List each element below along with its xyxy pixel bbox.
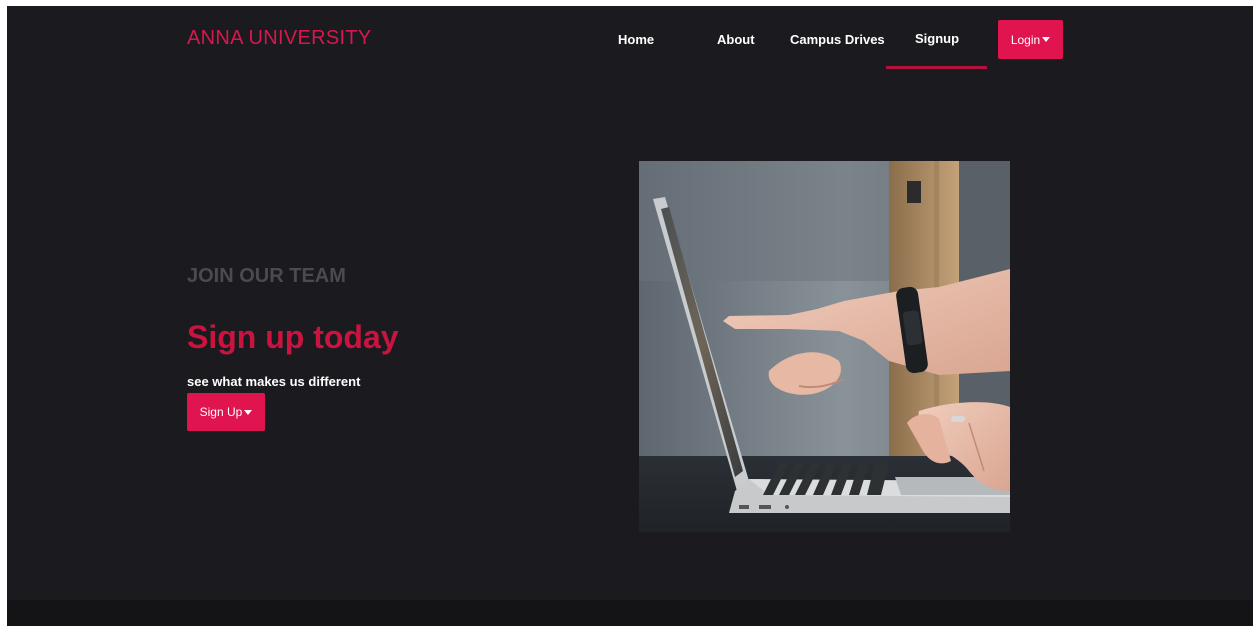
hero-headline: Sign up today xyxy=(187,319,399,355)
login-dropdown-button[interactable]: Login xyxy=(998,20,1063,59)
brand-logo-text[interactable]: ANNA UNIVERSITY xyxy=(187,27,372,50)
nav-active-underline xyxy=(886,66,987,69)
hero-subtext: see what makes us different xyxy=(187,374,361,389)
signup-button-label: Sign Up xyxy=(199,405,243,419)
nav-link-about[interactable]: About xyxy=(717,32,755,47)
hero-eyebrow: JOIN OUR TEAM xyxy=(187,265,346,287)
caret-down-icon xyxy=(244,409,253,415)
caret-down-icon xyxy=(1042,37,1051,42)
footer-band xyxy=(7,600,1253,626)
nav-link-home[interactable]: Home xyxy=(618,32,654,47)
hero-laptop-photo xyxy=(639,161,1010,532)
signup-dropdown-button[interactable]: Sign Up xyxy=(187,393,265,431)
login-button-label: Login xyxy=(1010,32,1041,47)
nav-link-campus-drives[interactable]: Campus Drives xyxy=(790,32,885,47)
nav-link-signup[interactable]: Signup xyxy=(915,31,959,46)
page-frame: ANNA UNIVERSITY Home About Campus Drives… xyxy=(7,6,1253,626)
